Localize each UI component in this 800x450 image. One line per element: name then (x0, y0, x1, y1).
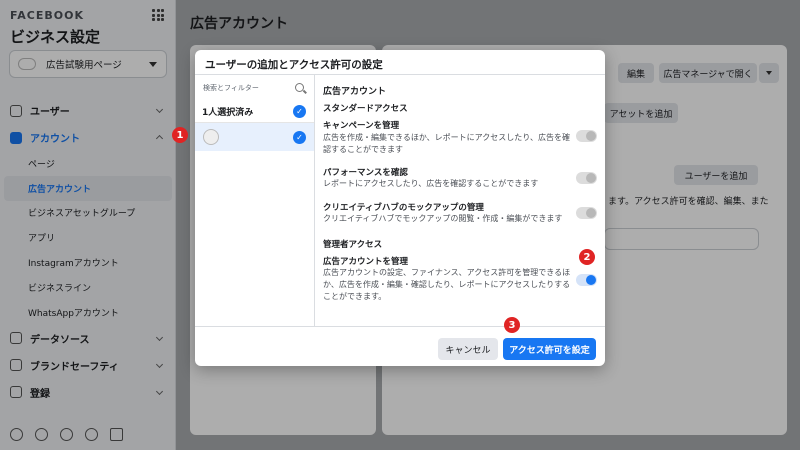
permission-title: パフォーマンスを確認 (323, 168, 408, 178)
add-user-permissions-dialog: ユーザーの追加とアクセス許可の設定 検索とフィルター 1人選択済み ✓ ✓ 広告… (195, 50, 605, 366)
checkmark-icon[interactable]: ✓ (293, 105, 306, 118)
permission-desc: レポートにアクセスしたり、広告を確認することができます (323, 179, 539, 188)
selected-count-label: 1人選択済み (202, 108, 254, 118)
permission-title: キャンペーンを管理 (323, 121, 400, 131)
creative-hub-toggle[interactable] (576, 207, 597, 219)
dialog-title: ユーザーの追加とアクセス許可の設定 (195, 50, 605, 75)
view-performance-toggle[interactable] (576, 172, 597, 184)
set-permissions-button[interactable]: アクセス許可を設定 (503, 338, 596, 360)
permissions-column: 広告アカウント スタンダードアクセス キャンペーンを管理 広告を作成・編集できる… (323, 75, 605, 326)
step-badge-1: 1 (172, 127, 188, 143)
search-icon (295, 83, 304, 92)
permission-desc: 広告アカウントの設定、ファイナンス、アクセス許可を管理できるほか、広告を作成・編… (323, 268, 571, 301)
search-filter-input[interactable]: 検索とフィルター (195, 75, 314, 101)
step-badge-3: 3 (504, 317, 520, 333)
avatar (203, 129, 219, 145)
section-standard-access: スタンダードアクセス (323, 104, 408, 114)
step-badge-2: 2 (579, 249, 595, 265)
manage-ad-account-toggle[interactable] (576, 274, 597, 286)
user-list-item[interactable]: ✓ (195, 123, 314, 151)
permission-desc: クリエイティブハブでモックアップの閲覧・作成・編集ができます (323, 214, 563, 223)
section-ad-account: 広告アカウント (323, 87, 387, 97)
dialog-footer: キャンセル アクセス許可を設定 (195, 326, 605, 366)
permission-title: クリエイティブハブのモックアップの管理 (323, 203, 484, 213)
search-placeholder: 検索とフィルター (203, 84, 259, 92)
checkmark-icon[interactable]: ✓ (293, 130, 306, 144)
cancel-button[interactable]: キャンセル (438, 338, 498, 360)
selected-count-row[interactable]: 1人選択済み ✓ (195, 101, 314, 123)
section-admin-access: 管理者アクセス (323, 240, 383, 250)
permission-title: 広告アカウントを管理 (323, 257, 409, 267)
manage-campaigns-toggle[interactable] (576, 130, 597, 142)
permission-desc: 広告を作成・編集できるほか、レポートにアクセスしたり、広告を確認することができま… (323, 133, 570, 154)
user-selection-column: 検索とフィルター 1人選択済み ✓ ✓ (195, 75, 315, 326)
